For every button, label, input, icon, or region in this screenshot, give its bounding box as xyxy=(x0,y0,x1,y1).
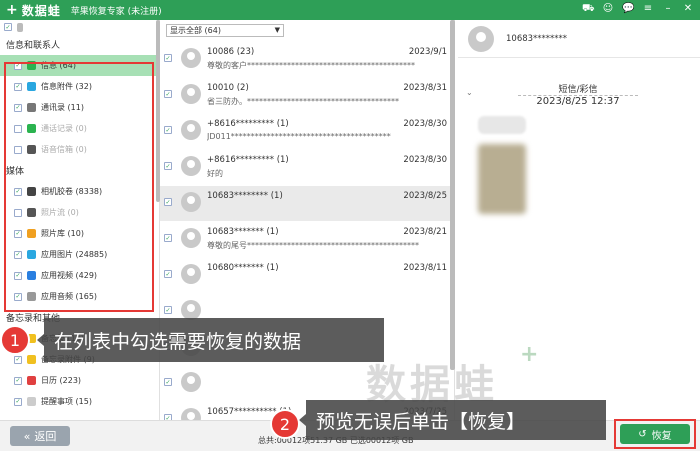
message-checkbox[interactable] xyxy=(164,162,172,170)
contact-avatar xyxy=(181,372,201,392)
category-icon xyxy=(27,376,36,385)
message-row[interactable]: 10680******* (1)2023/8/11 xyxy=(160,258,450,293)
logo-text: 数据蛙 xyxy=(21,3,61,18)
message-text-block: 10683******* (1) 2023/8/21 尊敬的尾号**********… xyxy=(207,227,447,251)
message-checkbox[interactable] xyxy=(164,126,172,134)
message-checkbox[interactable] xyxy=(164,198,172,206)
message-text-block: +8616********* (1) 2023/8/30 JD011********… xyxy=(207,119,447,141)
message-date: 2023/8/30 xyxy=(403,119,447,129)
category-icon xyxy=(27,355,36,364)
callout1-arrow xyxy=(37,334,44,346)
filter-value: 显示全部 (64) xyxy=(170,26,221,35)
message-checkbox[interactable] xyxy=(164,54,172,62)
message-date: 2023/8/21 xyxy=(403,227,447,237)
item-checkbox[interactable] xyxy=(14,355,22,364)
contact-avatar xyxy=(181,264,201,284)
callout-step1: 在列表中勾选需要恢复的数据 xyxy=(44,318,384,362)
restore-label: 恢复 xyxy=(651,430,672,442)
message-date: 2023/8/30 xyxy=(403,155,447,165)
step2-badge: 2 xyxy=(270,409,300,439)
sidebar-item-label: 日历 (223) xyxy=(41,376,82,385)
callout-step2: 预览无误后单击【恢复】 xyxy=(306,400,606,440)
message-checkbox[interactable] xyxy=(164,270,172,278)
cart-icon[interactable]: ⛟ xyxy=(582,3,595,16)
message-row[interactable]: +8616********* (1)2023/8/30JD011********… xyxy=(160,114,450,149)
message-preview: JD011***********************************… xyxy=(207,132,391,141)
sidebar-item-label: 提醒事项 (15) xyxy=(41,397,92,406)
select-all-checkbox[interactable] xyxy=(4,23,12,31)
message-row[interactable]: 10086 (23)2023/9/1尊敬的客户*****************… xyxy=(160,42,450,77)
contact-avatar xyxy=(468,25,494,52)
category-icon xyxy=(27,397,36,406)
logo-plus-icon: + xyxy=(6,2,18,18)
message-row[interactable]: +8616********* (1)2023/8/30好的 xyxy=(160,150,450,185)
message-date: 2023/8/11 xyxy=(403,263,447,273)
callout2-arrow xyxy=(299,414,306,426)
back-button[interactable]: « 返回 xyxy=(10,426,70,446)
blurred-message-bubble xyxy=(478,116,526,134)
message-preview: 好的 xyxy=(207,169,223,178)
message-text-block: 10680******* (1) 2023/8/11 xyxy=(207,263,447,276)
callout-step1-text: 在列表中勾选需要恢复的数据 xyxy=(54,330,302,353)
message-checkbox[interactable] xyxy=(164,378,172,386)
message-date: 2023/8/25 12:37 xyxy=(536,96,620,107)
contact-avatar xyxy=(181,300,201,320)
message-date: 2023/8/25 xyxy=(403,191,447,201)
list-scrollbar[interactable] xyxy=(450,20,455,370)
message-row[interactable]: 10683******** (1)2023/8/25 xyxy=(160,186,450,221)
sidebar-item[interactable]: 提醒事项 (15) xyxy=(0,391,159,412)
filter-dropdown[interactable]: 显示全部 (64) ▼ xyxy=(166,24,284,37)
title-bar: + 数据蛙 苹果恢复专家 (未注册) ⛟ ☺ 💬 ≡ – ✕ xyxy=(0,0,700,20)
item-checkbox[interactable] xyxy=(14,376,22,385)
detail-contact: 10683******** xyxy=(506,33,568,44)
message-checkbox[interactable] xyxy=(164,90,172,98)
contact-avatar xyxy=(181,48,201,68)
list-highlight-frame xyxy=(4,62,154,312)
chevron-down-icon: ▼ xyxy=(274,26,280,34)
message-preview: 尊敬的尾号***********************************… xyxy=(207,241,419,250)
app-title: 苹果恢复专家 (未注册) xyxy=(70,6,162,17)
collapse-chevron-icon[interactable]: ⌄ xyxy=(466,88,473,97)
contact-avatar xyxy=(181,84,201,104)
message-kind: 短信/彩信 xyxy=(518,82,638,96)
category-title: 信息和联系人 xyxy=(6,41,61,51)
sidebar-item[interactable]: 日历 (223) xyxy=(0,370,159,391)
double-chevron-left-icon: « xyxy=(23,429,31,443)
message-row[interactable]: 10683******* (1)2023/8/21尊敬的尾号**********… xyxy=(160,222,450,257)
message-checkbox[interactable] xyxy=(164,306,172,314)
message-text-block xyxy=(207,299,447,302)
restore-icon: ↺ xyxy=(638,428,647,440)
message-checkbox[interactable] xyxy=(164,234,172,242)
contact-avatar xyxy=(181,120,201,140)
message-date: 2023/8/31 xyxy=(403,83,447,93)
user-icon[interactable]: ☺ xyxy=(602,3,614,16)
callout-step2-text: 预览无误后单击【恢复】 xyxy=(316,410,526,433)
message-row[interactable]: 10010 (2)2023/8/31省三防办。*****************… xyxy=(160,78,450,113)
menu-icon[interactable]: ≡ xyxy=(642,3,654,16)
close-icon[interactable]: ✕ xyxy=(682,3,694,16)
message-preview: 省三防办。***********************************… xyxy=(207,97,399,106)
watermark-plus-icon: + xyxy=(520,342,539,367)
message-text-block: +8616********* (1) 2023/8/30 好的 xyxy=(207,155,447,179)
message-text-block: 10010 (2) 2023/8/31 省三防办。*****************… xyxy=(207,83,447,107)
contact-avatar xyxy=(181,192,201,212)
message-preview: 尊敬的客户***********************************… xyxy=(207,61,415,70)
message-date: 2023/9/1 xyxy=(408,47,447,57)
contact-avatar xyxy=(181,156,201,176)
message-text-block: 10683******** (1) 2023/8/25 xyxy=(207,191,447,204)
phone-icon xyxy=(17,22,23,32)
contact-avatar xyxy=(181,228,201,248)
window-controls: ⛟ ☺ 💬 ≡ – ✕ xyxy=(582,3,694,16)
chat-icon[interactable]: 💬 xyxy=(622,3,634,16)
minimize-icon[interactable]: – xyxy=(662,3,674,16)
back-label: 返回 xyxy=(34,430,57,443)
item-checkbox[interactable] xyxy=(14,397,22,406)
app-logo: + 数据蛙 xyxy=(0,2,61,19)
detail-header: 10683******** xyxy=(458,20,700,58)
restore-button[interactable]: ↺ 恢复 xyxy=(620,424,690,444)
message-text-block: 10086 (23) 2023/9/1 尊敬的客户*****************… xyxy=(207,47,447,71)
blurred-image-attachment[interactable] xyxy=(478,144,526,214)
step1-badge: 1 xyxy=(0,325,30,355)
sidebar-select-all[interactable] xyxy=(0,20,159,34)
